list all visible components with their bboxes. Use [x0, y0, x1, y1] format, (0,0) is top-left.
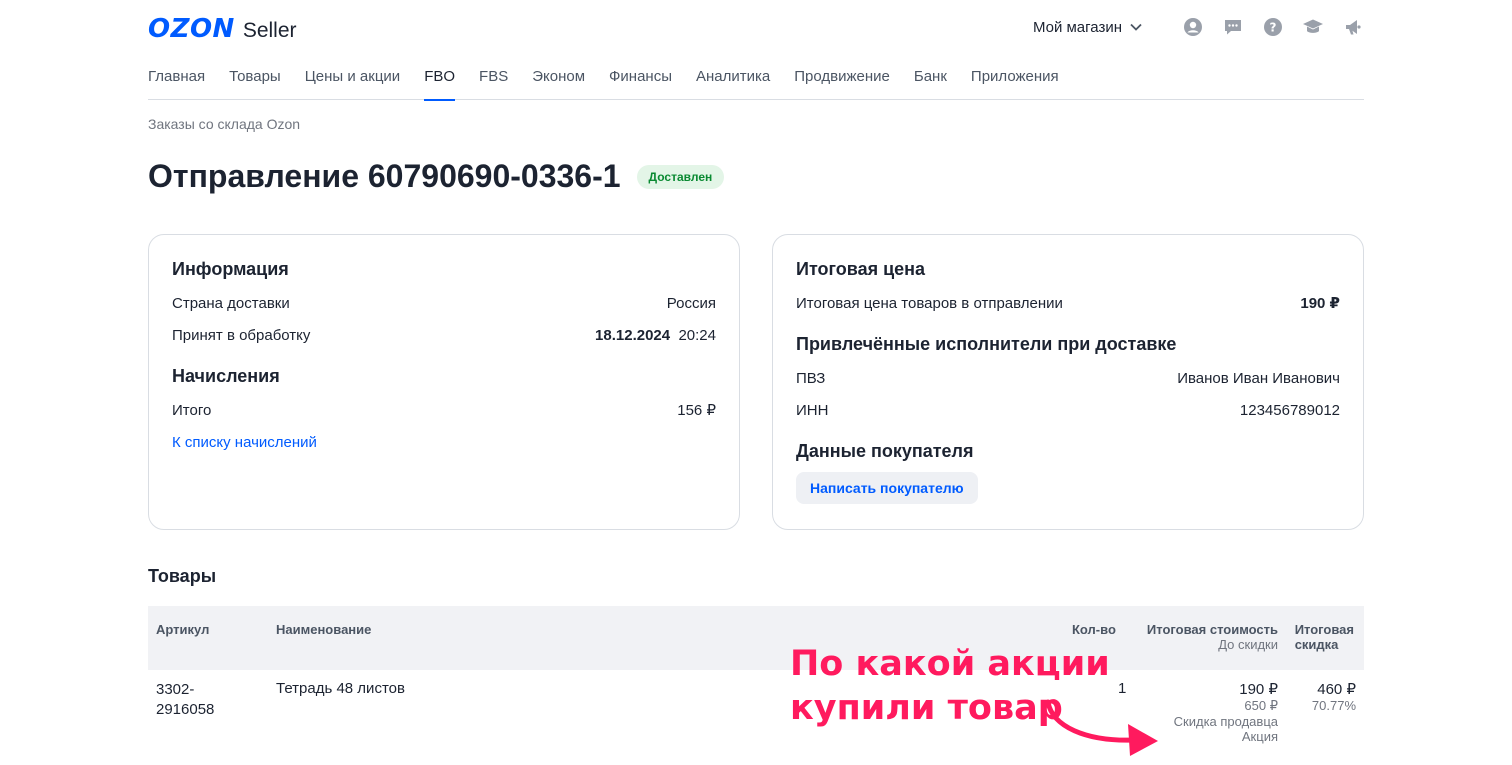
row-total-discount: 460 ₽ 70.77%: [1312, 680, 1356, 713]
column-total-cost-sub: До скидки: [1218, 637, 1278, 652]
column-total-discount-label-1: Итоговая: [1294, 622, 1354, 637]
column-total-discount-label-2: скидка: [1294, 637, 1339, 652]
buyer-data-title: Данные покупателя: [796, 441, 974, 461]
title-row: Отправление 60790690-0336-1 Доставлен: [148, 158, 725, 195]
nav-item-promotion[interactable]: Продвижение: [794, 56, 890, 100]
row-article-part-2: 2916058: [156, 701, 215, 718]
header: OZON Seller Мой магазин ?: [148, 0, 1364, 56]
breadcrumb[interactable]: Заказы со склада Ozon: [148, 116, 300, 132]
pvz-label: ПВЗ: [796, 370, 826, 387]
accruals-total-label: Итого: [172, 402, 212, 419]
user-icon[interactable]: [1182, 16, 1204, 38]
header-actions: Мой магазин ?: [1033, 16, 1364, 38]
column-total-cost[interactable]: Итоговая стоимость До скидки: [1147, 622, 1278, 652]
logo-brand: OZON: [148, 14, 235, 44]
final-price-label: Итоговая цена товаров в отправлении: [796, 295, 1063, 312]
page-title: Отправление 60790690-0336-1: [148, 158, 621, 194]
nav-item-fbo[interactable]: FBO: [424, 56, 455, 101]
goods-section-title: Товары: [148, 566, 217, 586]
row-discount: 460 ₽: [1317, 681, 1356, 698]
inn-value: 123456789012: [1239, 402, 1340, 419]
nav-item-economy[interactable]: Эконом: [532, 56, 585, 100]
row-article: 3302- 2916058: [156, 680, 214, 720]
accepted-row: Принят в обработку 18.12.2024 20:24: [172, 320, 716, 352]
row-cost-before-discount: 650 ₽: [1244, 698, 1278, 713]
accruals-total-row: Итого 156 ₽: [172, 395, 716, 427]
goods-table-header: Артикул Наименование Кол-во Итоговая сто…: [148, 606, 1364, 670]
status-badge: Доставлен: [636, 164, 725, 189]
pvz-row: ПВЗ Иванов Иван Иванович: [796, 363, 1340, 395]
delivery-country-label: Страна доставки: [172, 295, 290, 312]
row-total-cost: 190 ₽ 650 ₽ Скидка продавца Акция: [1174, 680, 1278, 744]
inn-label: ИНН: [796, 402, 829, 419]
pvz-value: Иванов Иван Иванович: [1177, 370, 1340, 387]
accruals-list-link[interactable]: К списку начислений: [172, 427, 716, 459]
svg-text:?: ?: [1270, 21, 1277, 35]
row-promo-link[interactable]: Акция: [1174, 729, 1278, 744]
logo-product: Seller: [242, 19, 297, 42]
nav-item-apps[interactable]: Приложения: [971, 56, 1059, 100]
accepted-datetime: 18.12.2024 20:24: [595, 320, 716, 352]
nav-item-products[interactable]: Товары: [229, 56, 281, 100]
help-icon[interactable]: ?: [1262, 16, 1284, 38]
nav-item-fbs[interactable]: FBS: [479, 56, 508, 100]
nav-item-home[interactable]: Главная: [148, 56, 205, 100]
nav-item-finance[interactable]: Финансы: [609, 56, 672, 100]
store-selector[interactable]: Мой магазин: [1033, 19, 1142, 36]
accepted-label: Принят в обработку: [172, 327, 311, 344]
row-cost: 190 ₽: [1239, 681, 1278, 698]
row-article-part-1: 3302-: [156, 681, 195, 698]
annotation-line-1: По какой акции: [790, 644, 1110, 684]
info-card: Информация Страна доставки Россия Принят…: [148, 234, 740, 530]
final-price-value: 190 ₽: [1300, 295, 1340, 312]
accepted-time: 20:24: [678, 327, 716, 344]
accruals-total-value: 156 ₽: [677, 402, 716, 419]
store-selector-label: Мой магазин: [1032, 18, 1122, 36]
nav-item-analytics[interactable]: Аналитика: [696, 56, 770, 100]
column-name[interactable]: Наименование: [276, 622, 371, 637]
write-to-buyer-button[interactable]: Написать покупателю: [796, 472, 978, 504]
inn-row: ИНН 123456789012: [796, 395, 1340, 427]
contractors-title: Привлечённые исполнители при доставке: [796, 334, 1177, 354]
education-icon[interactable]: [1302, 16, 1324, 38]
chat-icon[interactable]: [1222, 16, 1244, 38]
final-price-row: Итоговая цена товаров в отправлении 190 …: [796, 288, 1340, 320]
annotation-arrow-icon: [1045, 699, 1158, 756]
ozon-seller-logo[interactable]: OZON Seller: [148, 14, 297, 44]
info-card-title: Информация: [172, 259, 289, 279]
accruals-title: Начисления: [172, 366, 280, 386]
row-discount-type: Скидка продавца: [1173, 714, 1278, 729]
column-total-cost-label: Итоговая стоимость: [1146, 622, 1278, 637]
nav-item-prices-promotions[interactable]: Цены и акции: [305, 56, 400, 100]
table-row: 3302- 2916058 Тетрадь 48 листов 1 190 ₽ …: [148, 670, 1364, 765]
row-product-name[interactable]: Тетрадь 48 листов: [276, 680, 405, 697]
chevron-down-icon: [1130, 23, 1142, 31]
accepted-date: 18.12.2024: [595, 327, 671, 344]
column-article[interactable]: Артикул: [156, 622, 209, 637]
row-qty: 1: [1118, 680, 1127, 697]
column-total-discount[interactable]: Итоговая скидка: [1295, 622, 1354, 652]
price-card-title: Итоговая цена: [796, 259, 926, 279]
column-qty[interactable]: Кол-во: [1072, 622, 1116, 637]
delivery-country-row: Страна доставки Россия: [172, 288, 716, 320]
goods-table: Артикул Наименование Кол-во Итоговая сто…: [148, 606, 1364, 765]
notifications-icon[interactable]: [1342, 16, 1364, 38]
nav-item-bank[interactable]: Банк: [914, 56, 947, 100]
delivery-country-value: Россия: [666, 295, 716, 312]
main-navigation: Главная Товары Цены и акции FBO FBS Экон…: [148, 56, 1364, 101]
row-discount-percent: 70.77%: [1311, 698, 1356, 713]
price-card: Итоговая цена Итоговая цена товаров в от…: [772, 234, 1364, 530]
